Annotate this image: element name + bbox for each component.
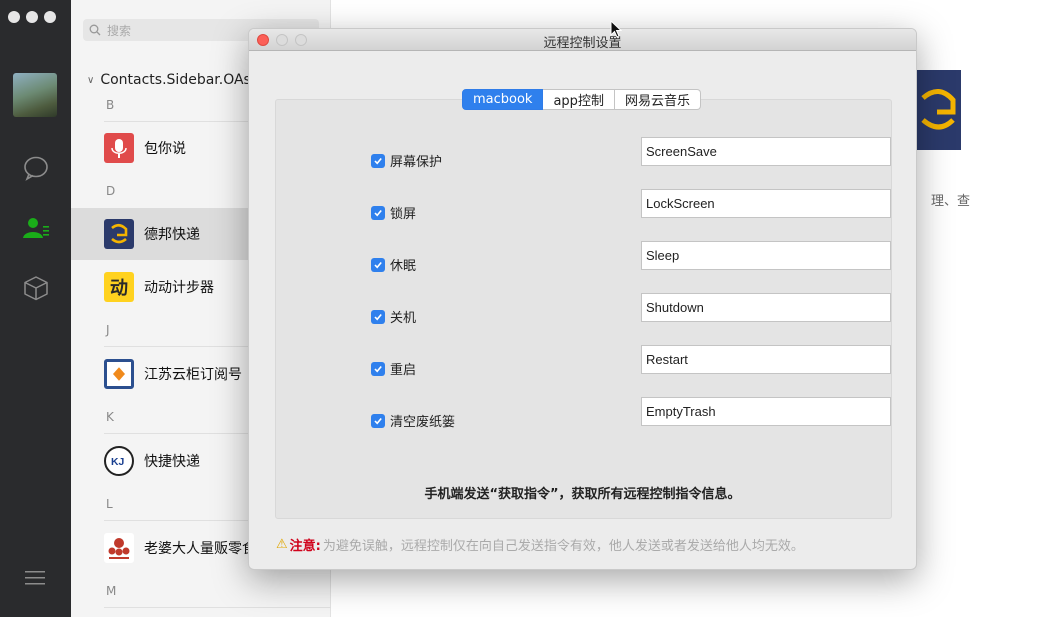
kj-logo-icon: KJ bbox=[104, 446, 134, 476]
command-label: 关机 bbox=[390, 311, 417, 326]
command-row-lockscreen: 锁屏 bbox=[371, 189, 891, 222]
command-row-shutdown: 关机 bbox=[371, 293, 891, 326]
section-letter: M bbox=[106, 584, 117, 598]
dong-logo-icon: 动 bbox=[104, 272, 134, 302]
avatar[interactable] bbox=[13, 73, 57, 117]
section-letter: D bbox=[106, 184, 116, 198]
nav-rail bbox=[0, 0, 71, 617]
deppon-logo-icon bbox=[104, 219, 134, 249]
checkmark-icon bbox=[374, 417, 382, 425]
checkmark-icon bbox=[374, 209, 382, 217]
command-row-emptytrash: 清空废纸篓 bbox=[371, 397, 891, 430]
section-letter: B bbox=[106, 98, 115, 112]
notice: ⚠ 注意: 为避免误触，远程控制仅在向自己发送指令有效，他人发送或者发送给他人均… bbox=[276, 535, 804, 554]
checkmark-icon bbox=[374, 313, 382, 321]
microphone-icon bbox=[104, 133, 134, 163]
group-header[interactable]: ∨ Contacts.Sidebar.OAs bbox=[87, 72, 251, 88]
screensave-checkbox[interactable] bbox=[371, 153, 385, 168]
search-icon bbox=[89, 24, 101, 36]
contact-name: 江苏云柜订阅号 bbox=[144, 367, 242, 383]
search-placeholder: 搜索 bbox=[107, 23, 132, 38]
contact-name: 快捷快递 bbox=[144, 454, 200, 470]
emptytrash-command-input[interactable] bbox=[641, 397, 891, 426]
shutdown-command-input[interactable] bbox=[641, 293, 891, 322]
deppon-logo-icon bbox=[913, 70, 961, 150]
menu-icon[interactable] bbox=[22, 565, 50, 593]
sleep-checkbox[interactable] bbox=[371, 257, 385, 272]
detail-text: 理、查 bbox=[931, 194, 971, 209]
divider bbox=[104, 607, 331, 608]
tab-netease-music[interactable]: 网易云音乐 bbox=[614, 89, 701, 110]
section-letter: J bbox=[106, 323, 110, 337]
sleep-command-input[interactable] bbox=[641, 241, 891, 270]
command-label: 重启 bbox=[390, 363, 417, 378]
contact-name: 德邦快递 bbox=[144, 227, 200, 243]
restart-command-input[interactable] bbox=[641, 345, 891, 374]
chat-icon[interactable] bbox=[22, 154, 50, 182]
checkmark-icon bbox=[374, 261, 382, 269]
close-window-button[interactable] bbox=[8, 11, 20, 23]
shutdown-checkbox[interactable] bbox=[371, 309, 385, 324]
lockscreen-command-input[interactable] bbox=[641, 189, 891, 218]
section-letter: K bbox=[106, 410, 114, 424]
command-label: 屏幕保护 bbox=[390, 155, 443, 170]
contact-name: 老婆大人量贩零食 bbox=[144, 541, 256, 557]
tab-app-control[interactable]: app控制 bbox=[543, 89, 615, 110]
command-row-restart: 重启 bbox=[371, 345, 891, 378]
command-label: 休眠 bbox=[390, 259, 417, 274]
group-title: Contacts.Sidebar.OAs bbox=[100, 72, 251, 88]
box-icon[interactable] bbox=[22, 274, 50, 302]
section-letter: L bbox=[106, 497, 113, 511]
command-label: 清空废纸篓 bbox=[390, 415, 456, 430]
restart-checkbox[interactable] bbox=[371, 361, 385, 376]
hint-text: 手机端发送“获取指令”，获取所有远程控制指令信息。 bbox=[424, 487, 741, 502]
contact-name: 包你说 bbox=[144, 141, 186, 157]
dialog-titlebar: 远程控制设置 bbox=[249, 29, 916, 51]
chevron-down-icon: ∨ bbox=[87, 74, 95, 86]
command-row-screensave: 屏幕保护 bbox=[371, 137, 891, 170]
contact-name: 动动计步器 bbox=[144, 280, 214, 296]
command-row-sleep: 休眠 bbox=[371, 241, 891, 274]
screensave-command-input[interactable] bbox=[641, 137, 891, 166]
tab-bar: macbook app控制 网易云音乐 bbox=[462, 89, 701, 110]
contacts-icon[interactable] bbox=[22, 214, 50, 242]
notice-text: 为避免误触，远程控制仅在向自己发送指令有效，他人发送或者发送给他人均无效。 bbox=[322, 539, 804, 554]
remote-control-settings-dialog: 远程控制设置 macbook app控制 网易云音乐 屏幕保护 锁屏 休眠 关机… bbox=[248, 28, 917, 570]
emptytrash-checkbox[interactable] bbox=[371, 413, 385, 428]
svg-text:KJ: KJ bbox=[111, 457, 125, 468]
warning-icon: ⚠ bbox=[276, 537, 288, 552]
command-label: 锁屏 bbox=[390, 207, 417, 222]
dialog-title: 远程控制设置 bbox=[543, 36, 622, 51]
laopo-logo-icon bbox=[104, 533, 134, 563]
minimize-window-button[interactable] bbox=[26, 11, 38, 23]
tab-macbook[interactable]: macbook bbox=[462, 89, 544, 110]
zoom-window-button[interactable] bbox=[44, 11, 56, 23]
window-controls bbox=[8, 11, 56, 23]
cloud-cabinet-logo-icon bbox=[104, 359, 134, 389]
notice-label: 注意: bbox=[289, 539, 321, 554]
lockscreen-checkbox[interactable] bbox=[371, 205, 385, 220]
checkmark-icon bbox=[374, 365, 382, 373]
mouse-cursor-icon bbox=[610, 20, 622, 38]
checkmark-icon bbox=[374, 157, 382, 165]
